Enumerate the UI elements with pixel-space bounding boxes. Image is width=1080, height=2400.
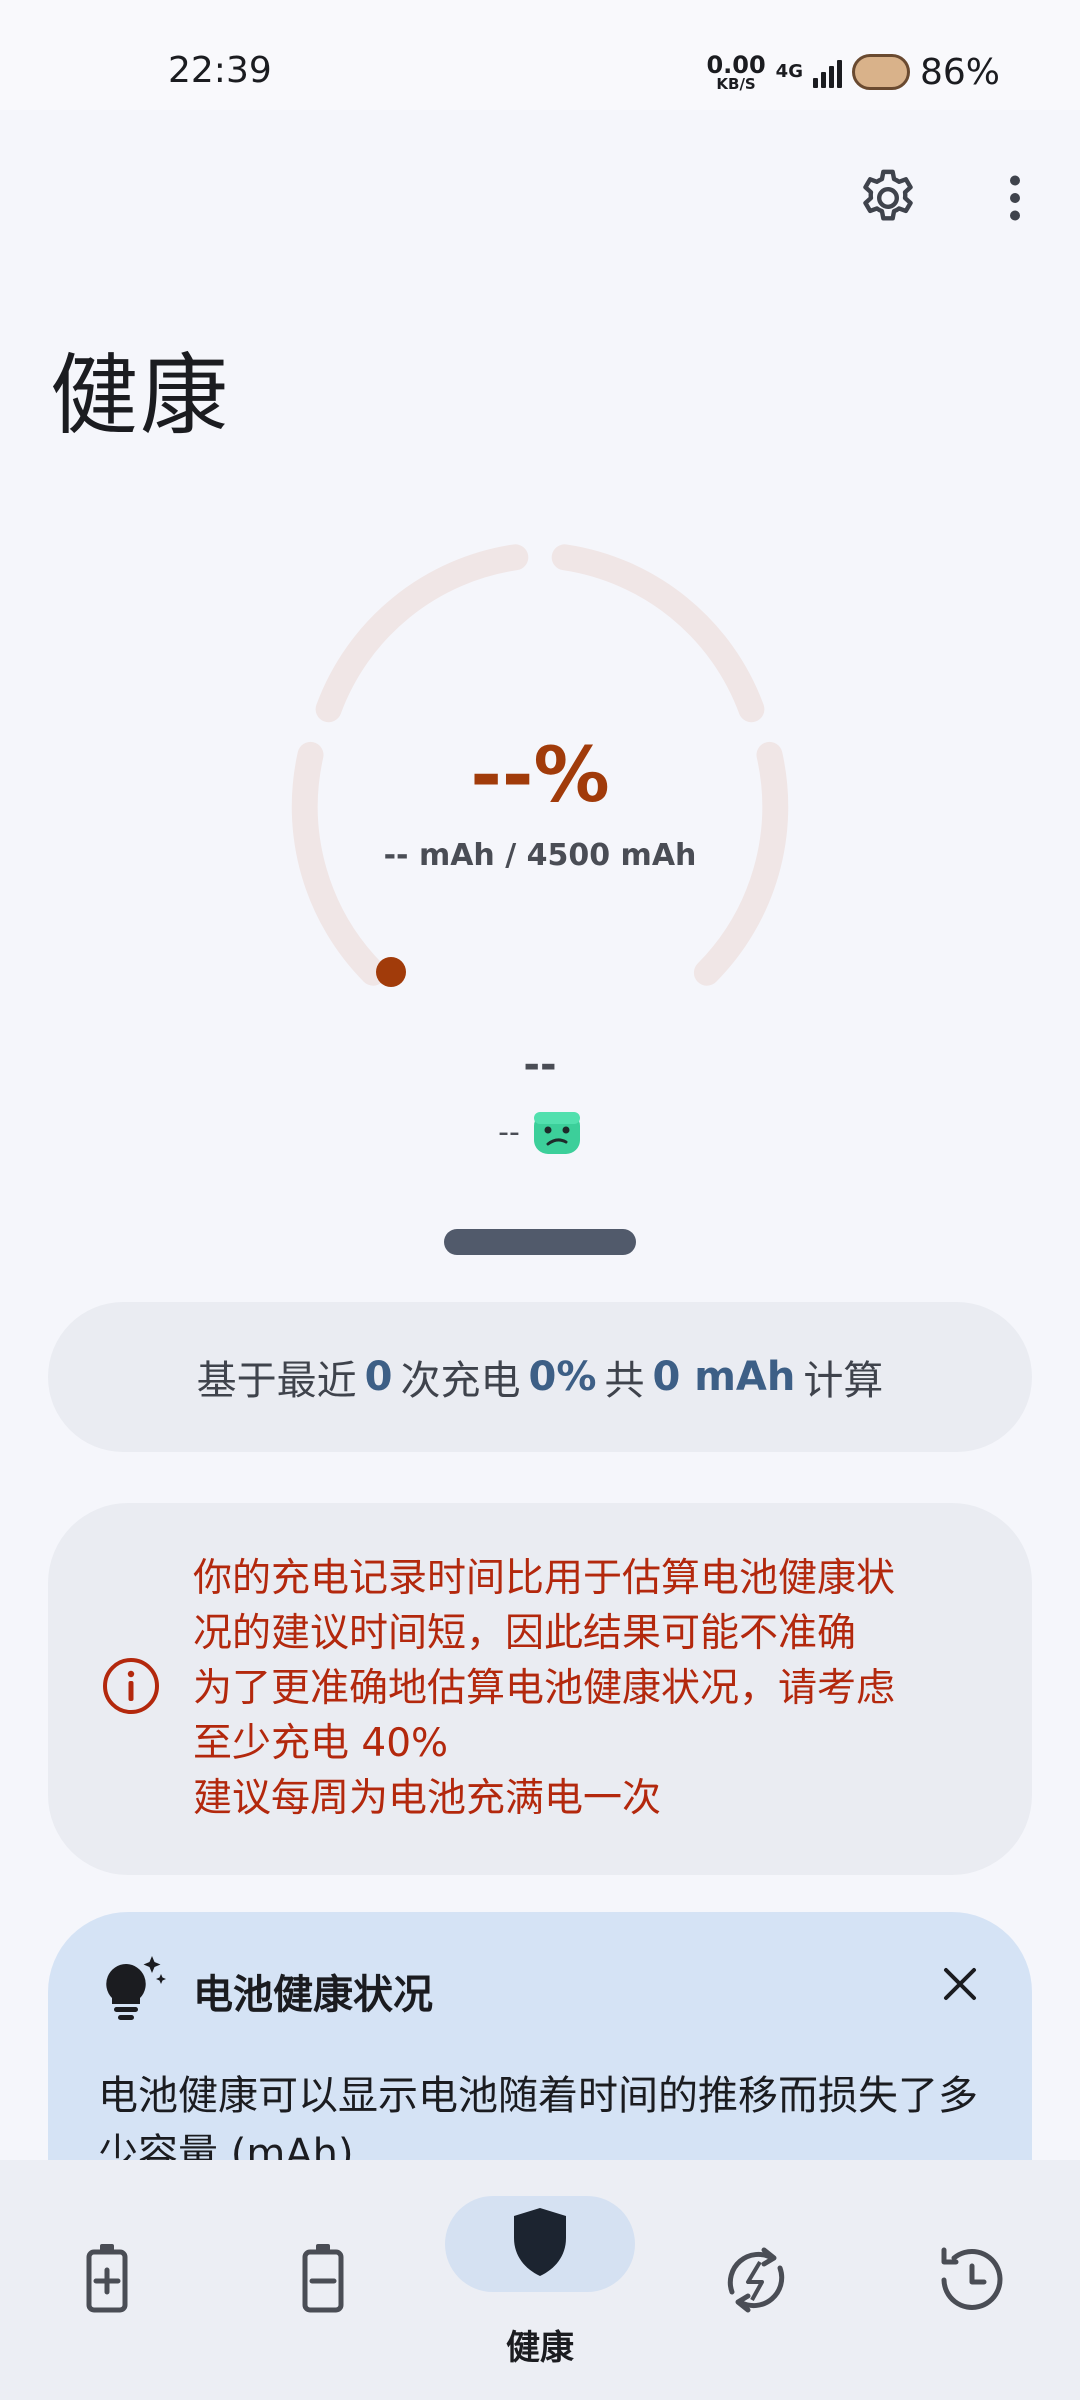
warning-line: 建议每周为电池充满电一次 <box>193 1776 662 1821</box>
nav-label-health: 健康 <box>506 2328 574 2368</box>
battery-pet-icon <box>851 54 910 90</box>
health-status-detail: -- <box>498 1114 520 1150</box>
warning-line: 为了更准确地估算电池健康状况，请考虑 <box>193 1666 896 1711</box>
warning-line: 你的充电记录时间比用于估算电池健康状 <box>193 1556 896 1601</box>
warning-line: 况的建议时间短，因此结果可能不准确 <box>193 1611 857 1656</box>
summary-capacity: 0 mAh <box>652 1354 796 1400</box>
health-percent: --% <box>470 730 610 819</box>
status-time: 22:39 <box>168 50 272 91</box>
info-icon <box>103 1658 159 1714</box>
status-icons: 0.00 KB/S 4G 86% <box>706 42 1000 102</box>
tip-title: 电池健康状况 <box>193 1972 433 2018</box>
summary-percent: 0% <box>528 1354 597 1400</box>
summary-mid1: 次充电 <box>400 1358 521 1404</box>
gauge-indicator <box>376 957 406 987</box>
warning-text: 你的充电记录时间比用于估算电池健康状 况的建议时间短，因此结果可能不准确 为了更… <box>193 1551 1003 1826</box>
page-title: 健康 <box>50 344 231 447</box>
sad-face-icon <box>533 1112 580 1154</box>
gauge-segment-top-right <box>551 544 765 723</box>
summary-prefix: 基于最近 <box>196 1358 357 1404</box>
gauge-segment-top-left <box>315 544 529 723</box>
close-icon[interactable] <box>938 1962 982 2006</box>
charge-cycle-icon <box>727 2247 785 2313</box>
summary-charges: 0 <box>364 1354 393 1400</box>
sheet-handle[interactable] <box>444 1229 636 1255</box>
accuracy-warning-card: 你的充电记录时间比用于估算电池健康状 况的建议时间短，因此结果可能不准确 为了更… <box>48 1503 1032 1875</box>
battery-percent: 86% <box>919 51 1000 93</box>
battery-discharging-icon <box>302 2244 344 2313</box>
capacity-readout: -- mAh / 4500 mAh <box>383 838 697 873</box>
network-type: 4G <box>775 61 803 82</box>
health-status-label: -- <box>523 1042 557 1088</box>
warning-line: 至少充电 40% <box>193 1721 449 1766</box>
top-actions <box>0 165 1080 245</box>
health-status-row: -- <box>0 1108 1080 1156</box>
more-vert-icon[interactable] <box>985 165 1045 231</box>
summary-suffix: 计算 <box>803 1358 884 1404</box>
summary-mid2: 共 <box>604 1358 645 1404</box>
battery-charging-icon <box>86 2244 128 2313</box>
lightbulb-sparkle-icon <box>106 1956 166 2020</box>
net-speed-unit: KB/S <box>716 74 756 93</box>
status-bar: 22:39 0.00 KB/S 4G 86% <box>0 0 1080 110</box>
history-icon <box>941 2247 1003 2310</box>
shield-icon <box>514 2208 566 2276</box>
net-speed-value: 0.00 <box>706 50 766 79</box>
net-speed: 0.00 KB/S <box>706 53 765 92</box>
calculation-summary: 基于最近 0 次充电 0% 共 0 mAh 计算 <box>48 1302 1032 1452</box>
gear-icon[interactable] <box>855 165 921 231</box>
signal-icon <box>812 56 842 88</box>
